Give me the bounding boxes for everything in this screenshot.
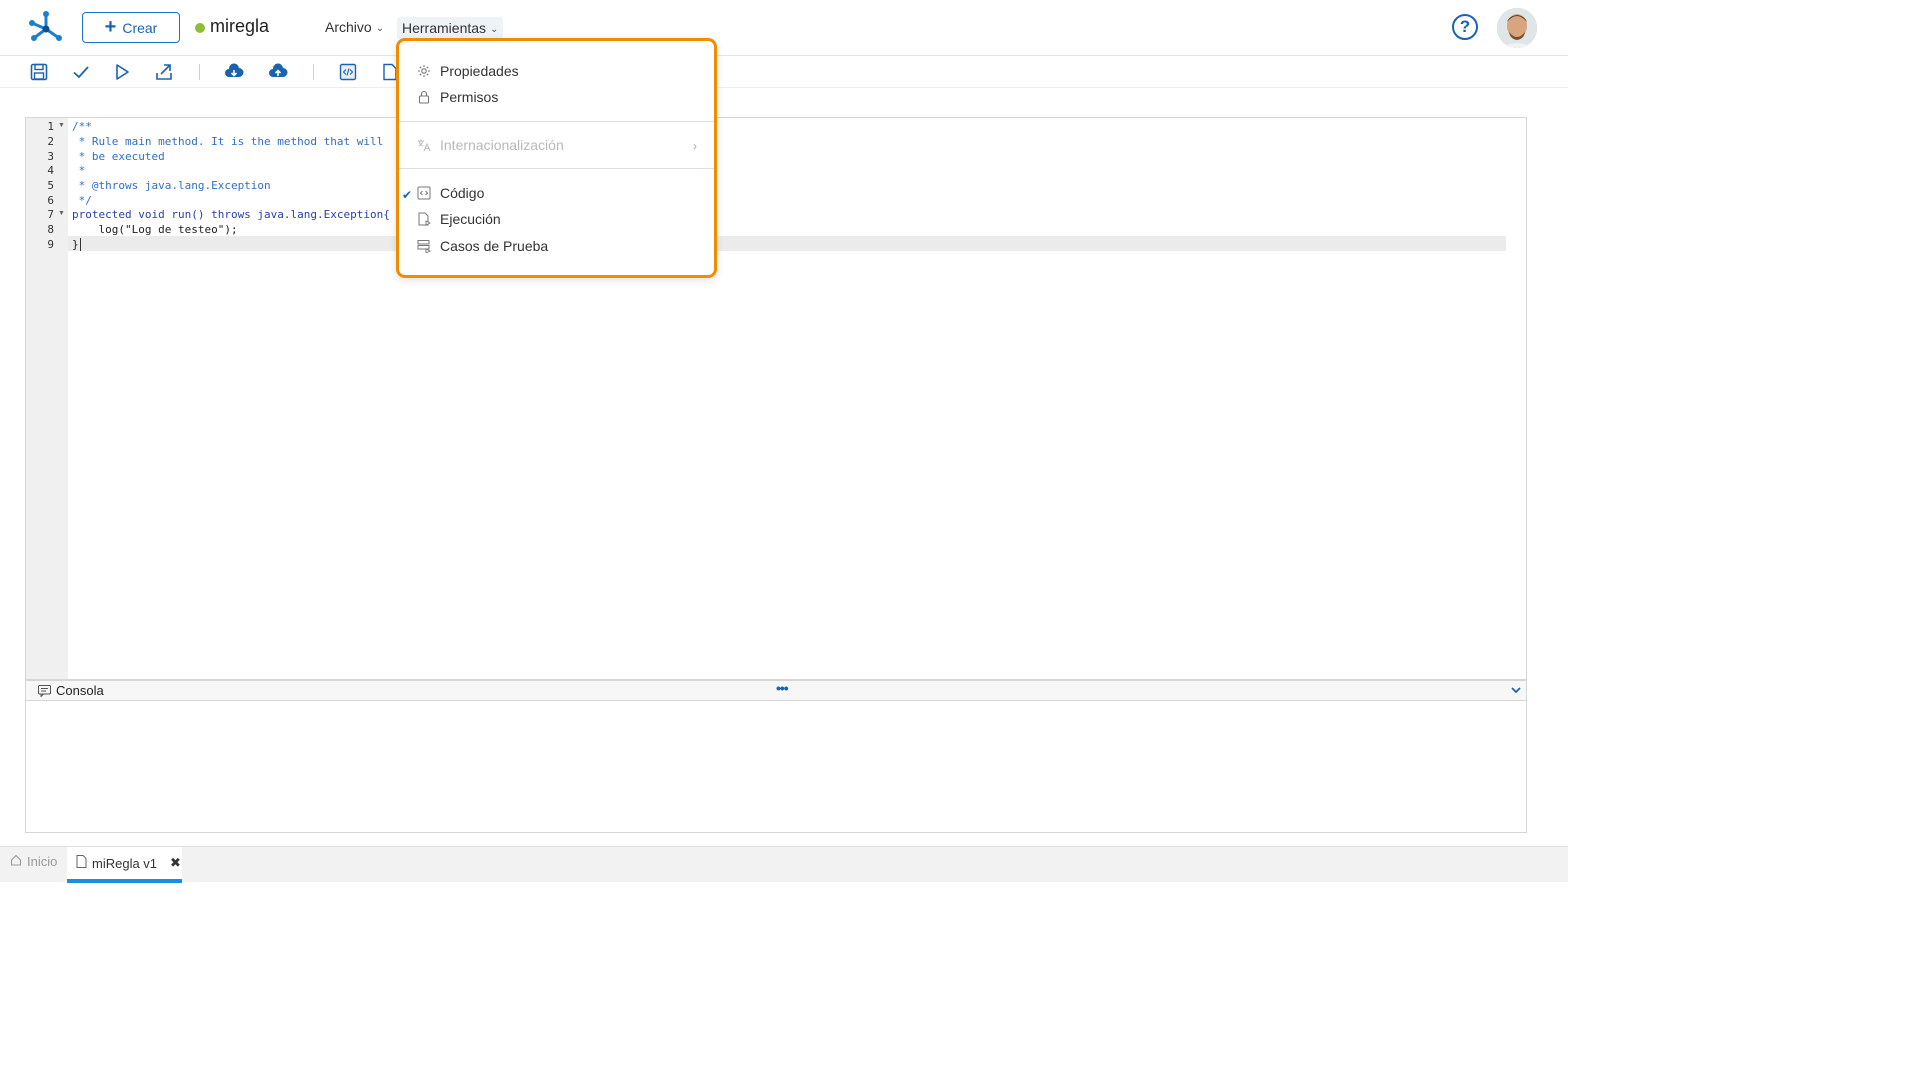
- export-icon[interactable]: [154, 62, 174, 82]
- close-icon[interactable]: ✖: [170, 855, 181, 871]
- top-bar: + Crear miregla Archivo ⌄ Herramientas ⌄…: [0, 0, 1568, 56]
- translate-icon: [417, 138, 431, 152]
- chevron-down-icon: ⌄: [490, 23, 499, 35]
- tab-home[interactable]: Inicio: [10, 854, 57, 869]
- code-line: protected void run() throws java.lang.Ex…: [72, 208, 390, 221]
- fold-arrow-icon[interactable]: ▼: [58, 122, 65, 129]
- cloud-download-icon[interactable]: [224, 62, 244, 82]
- fold-arrow-icon[interactable]: ▼: [58, 210, 65, 217]
- toolbar: [0, 56, 1568, 88]
- tab-home-label: Inicio: [27, 854, 58, 869]
- menu-item-label: Internacionalización: [440, 137, 564, 153]
- status-dot: [195, 23, 205, 33]
- menu-item-propiedades[interactable]: Propiedades: [417, 63, 519, 79]
- line-number: 2: [47, 135, 54, 148]
- code-line: * @throws java.lang.Exception: [72, 179, 271, 192]
- chevron-right-icon: ›: [693, 139, 697, 153]
- tab-rule[interactable]: miRegla v1 ✖: [67, 847, 182, 883]
- menu-archivo[interactable]: Archivo ⌄: [325, 19, 384, 35]
- line-number: 6: [47, 194, 54, 207]
- create-button-label: Crear: [122, 19, 158, 36]
- console-title: Consola: [56, 683, 104, 698]
- menu-herramientas[interactable]: Herramientas ⌄: [397, 17, 504, 39]
- execution-icon: [417, 212, 431, 226]
- active-line-highlight: [26, 236, 1506, 251]
- chevron-down-icon: ⌄: [375, 22, 385, 34]
- plus-icon: +: [104, 15, 117, 38]
- line-number: 3: [47, 150, 54, 163]
- menu-item-internacionalizacion: Internacionalización: [417, 137, 564, 153]
- line-number: 4: [47, 164, 54, 177]
- menu-item-label: Permisos: [440, 89, 499, 105]
- bottom-tab-bar: Inicio miRegla v1 ✖: [0, 846, 1568, 883]
- gear-icon: [417, 64, 431, 78]
- code-line: log("Log de testeo");: [72, 223, 238, 236]
- code-line: * Rule main method. It is the method tha…: [72, 135, 384, 148]
- line-number: 8: [47, 223, 54, 236]
- code-line: *: [72, 164, 86, 177]
- user-avatar[interactable]: [1497, 8, 1537, 48]
- code-line: }: [72, 238, 79, 251]
- text-cursor: [80, 238, 81, 252]
- menu-item-codigo[interactable]: Código: [417, 185, 484, 201]
- menu-item-label: Casos de Prueba: [440, 238, 549, 254]
- document-title: miregla: [210, 16, 270, 36]
- home-icon: [10, 854, 22, 869]
- code-editor[interactable]: 1 2 3 4 5 6 7 8 9 ▼ ▼ /** * Rule main me…: [25, 117, 1527, 680]
- cloud-upload-icon[interactable]: [268, 62, 288, 82]
- save-icon[interactable]: [29, 62, 49, 82]
- console-header[interactable]: Consola •••: [26, 680, 1526, 702]
- lock-icon: [417, 90, 431, 104]
- resize-handle-icon[interactable]: •••: [776, 680, 789, 696]
- line-number: 9: [47, 238, 54, 251]
- checkmark-icon: ✔: [402, 188, 413, 202]
- code-line: */: [72, 194, 92, 207]
- tab-rule-label: miRegla v1: [92, 855, 158, 871]
- menu-archivo-label: Archivo: [325, 19, 372, 35]
- toolbar-separator: [199, 64, 200, 80]
- code-line: * be executed: [72, 150, 165, 163]
- document-icon: [76, 855, 87, 871]
- menu-item-label: Propiedades: [440, 63, 519, 79]
- menu-divider: [399, 121, 714, 122]
- console-panel: Consola •••: [25, 680, 1527, 833]
- test-cases-icon: [417, 239, 431, 253]
- check-icon[interactable]: [71, 62, 91, 82]
- line-number: 5: [47, 179, 54, 192]
- app-logo-icon[interactable]: [28, 9, 64, 45]
- play-icon[interactable]: [112, 62, 132, 82]
- code-view-icon[interactable]: [338, 62, 358, 82]
- chevron-down-icon[interactable]: [1510, 683, 1522, 701]
- line-number: 7: [47, 208, 54, 221]
- menu-divider: [399, 168, 714, 169]
- code-icon: [417, 186, 431, 200]
- herramientas-dropdown: Propiedades Permisos Internacionalizació…: [396, 38, 717, 278]
- toolbar-separator: [313, 64, 314, 80]
- menu-item-label: Código: [440, 185, 485, 201]
- menu-herramientas-label: Herramientas: [402, 20, 487, 36]
- console-icon: [38, 684, 51, 702]
- create-button[interactable]: + Crear: [82, 12, 180, 43]
- menu-item-casos-de-prueba[interactable]: Casos de Prueba: [417, 238, 548, 254]
- code-line: /**: [72, 120, 92, 133]
- line-number: 1: [47, 120, 54, 133]
- menu-item-label: Ejecución: [440, 211, 501, 227]
- menu-item-permisos[interactable]: Permisos: [417, 89, 498, 105]
- help-icon[interactable]: ?: [1452, 14, 1478, 40]
- menu-item-ejecucion[interactable]: Ejecución: [417, 211, 501, 227]
